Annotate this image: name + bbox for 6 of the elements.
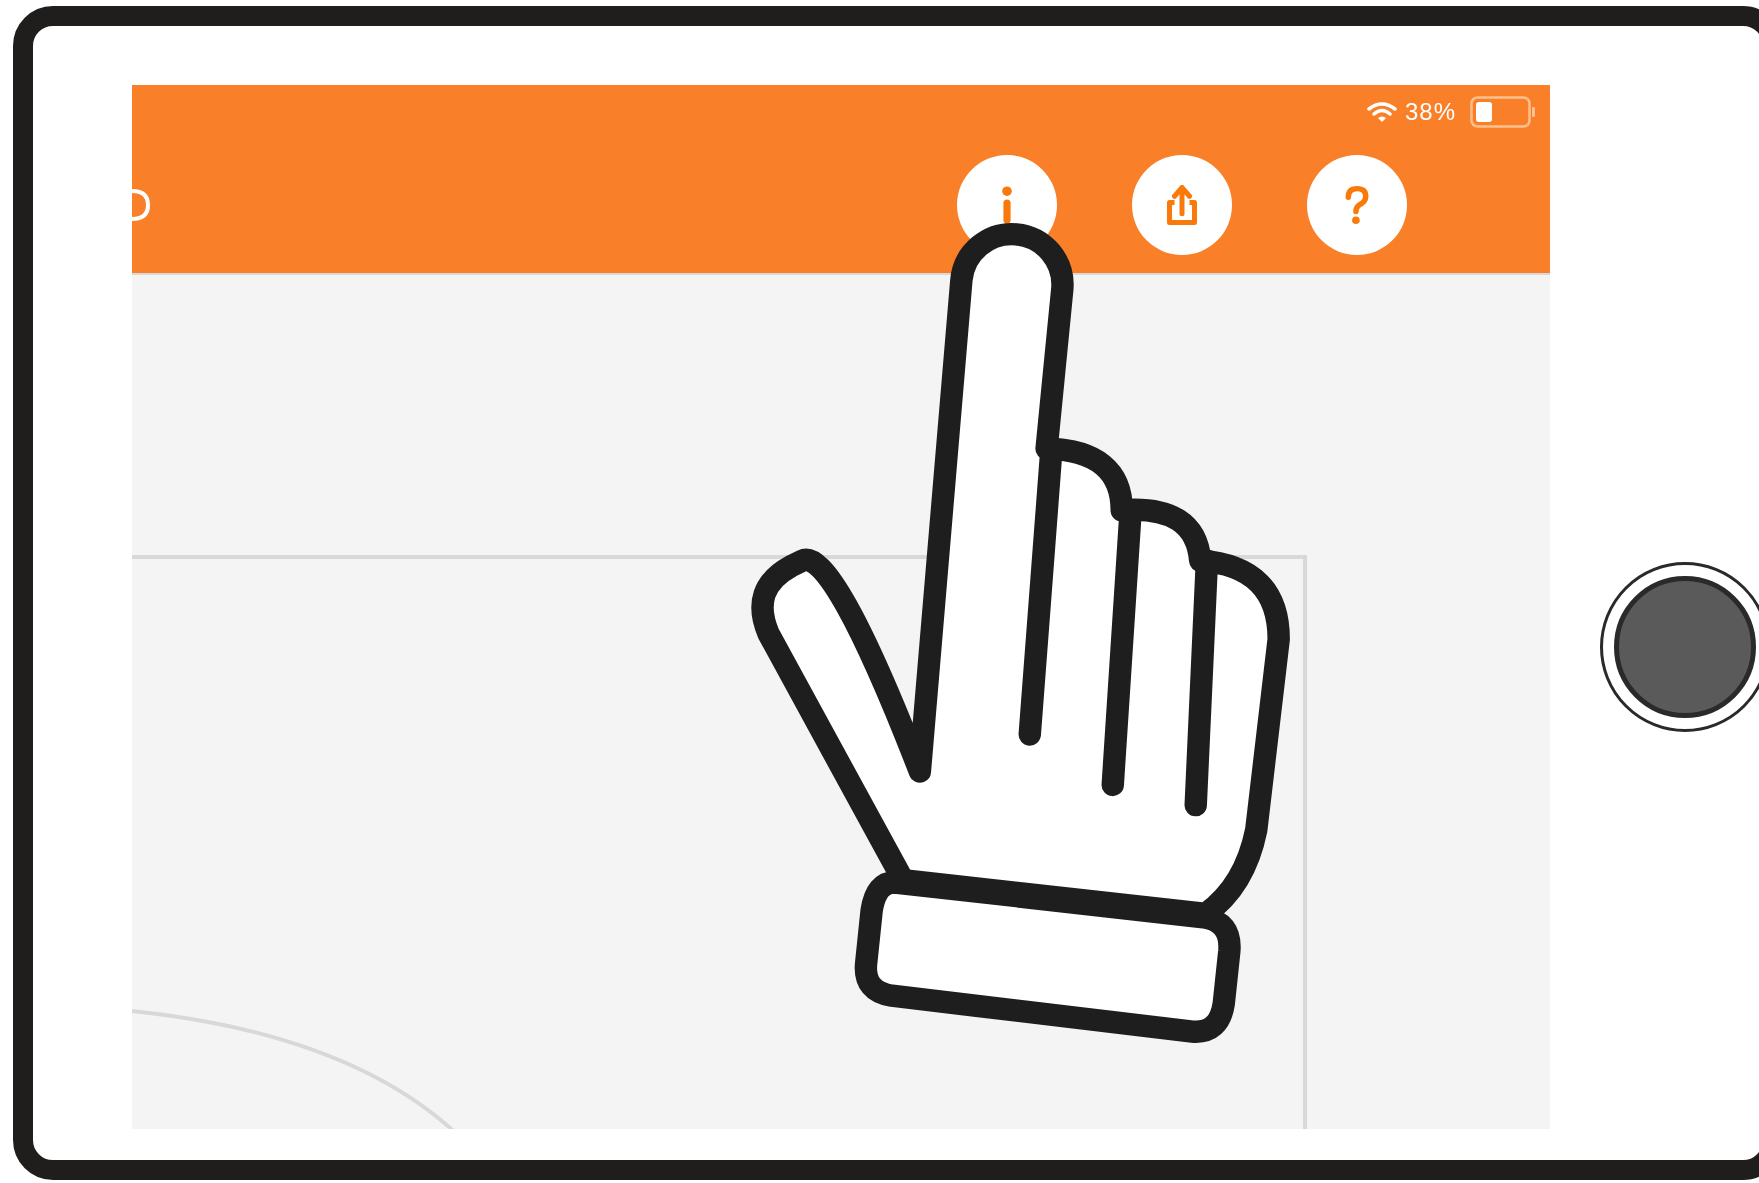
battery-icon — [1470, 96, 1536, 128]
info-icon — [1001, 185, 1013, 225]
battery-percentage: 38% — [1404, 98, 1456, 126]
share-icon — [1167, 185, 1197, 225]
help-icon — [1345, 185, 1369, 225]
wifi-icon — [1366, 101, 1397, 123]
